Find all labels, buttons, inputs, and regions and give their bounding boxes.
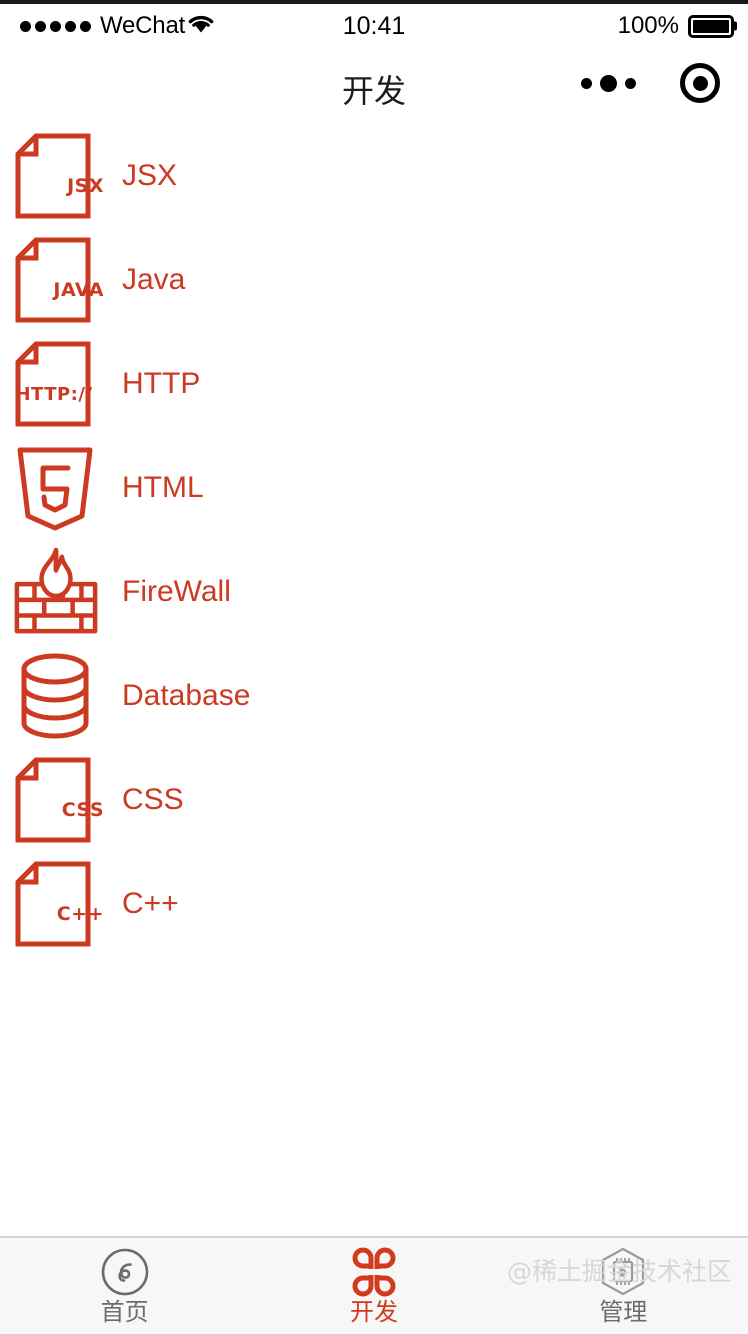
list-item-label: HTTP: [122, 367, 201, 400]
target-circle-icon[interactable]: [680, 63, 720, 103]
list-item[interactable]: JAVA Java: [0, 228, 748, 332]
firewall-icon: [12, 544, 100, 640]
clover-grid-icon: [347, 1246, 401, 1298]
list-item-label: CSS: [122, 783, 184, 816]
html5-shield-icon: [12, 440, 100, 536]
status-bar-right: 100%: [618, 12, 734, 40]
list-item-label: Database: [122, 679, 251, 712]
miniprogram-circle-icon: [99, 1246, 151, 1298]
tab-bar: 首页 开发 管理: [0, 1236, 748, 1334]
tab-manage-label: 管理: [599, 1298, 648, 1326]
file-http-icon: HTTP://: [12, 336, 100, 432]
list-item-label: FireWall: [122, 575, 231, 608]
tab-manage[interactable]: 管理: [499, 1238, 748, 1334]
database-icon: [12, 648, 100, 744]
list-item[interactable]: FireWall: [0, 540, 748, 644]
list-item[interactable]: JSX JSX: [0, 124, 748, 228]
file-badge-label: HTTP://: [15, 384, 93, 405]
hexagon-chip-icon: [596, 1246, 650, 1298]
more-dots-icon[interactable]: [581, 74, 636, 92]
battery-icon: [688, 14, 734, 38]
file-java-icon: JAVA: [12, 232, 104, 328]
file-badge-label: JSX: [67, 175, 104, 197]
list-item[interactable]: C++ C++: [0, 852, 748, 956]
status-bar: WeChat 10:41 100%: [0, 4, 748, 48]
file-badge-label: C++: [56, 903, 104, 925]
file-badge-label: CSS: [61, 799, 104, 821]
file-css-icon: CSS: [12, 752, 104, 848]
file-cpp-icon: C++: [12, 856, 104, 952]
list-item-label: Java: [122, 263, 186, 296]
list-item[interactable]: HTML: [0, 436, 748, 540]
phone-screen: WeChat 10:41 100% 开发 JSX JSX JAVA Java H…: [0, 0, 748, 1334]
list-item[interactable]: HTTP:// HTTP: [0, 332, 748, 436]
nav-bar: 开发: [0, 48, 748, 124]
list-item-label: HTML: [122, 471, 204, 504]
list-item[interactable]: CSS CSS: [0, 748, 748, 852]
list-item-label: C++: [122, 887, 179, 920]
battery-percent-label: 100%: [617, 12, 679, 39]
wechat-capsule-buttons: [581, 63, 720, 103]
file-jsx-icon: JSX: [12, 128, 104, 224]
tab-dev[interactable]: 开发: [249, 1238, 498, 1334]
list-item[interactable]: Database: [0, 644, 748, 748]
dev-list: JSX JSX JAVA Java HTTP:// HTTP HTML Fire…: [0, 124, 748, 956]
file-badge-label: JAVA: [53, 279, 104, 301]
list-item-label: JSX: [122, 159, 178, 192]
tab-dev-label: 开发: [349, 1298, 398, 1326]
tab-home[interactable]: 首页: [0, 1238, 249, 1334]
tab-home-label: 首页: [100, 1298, 149, 1326]
